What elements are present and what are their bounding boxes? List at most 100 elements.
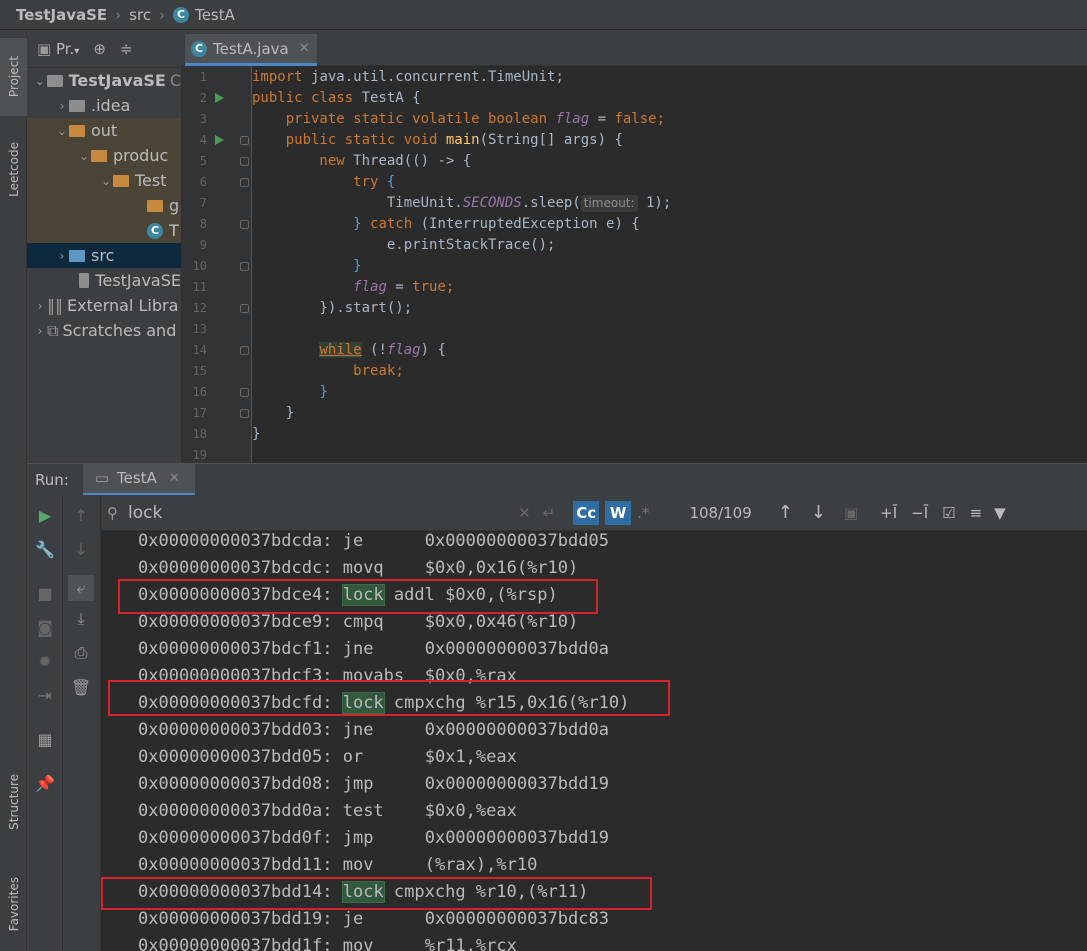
chevron-down-icon: ⌄ xyxy=(100,173,112,188)
breadcrumb-folder[interactable]: src xyxy=(129,6,151,24)
run-tab-testa[interactable]: ▭ TestA ✕ xyxy=(82,463,195,496)
console-line: 0x00000000037bdcf1: jne 0x00000000037bdd0… xyxy=(138,639,609,659)
search-input[interactable] xyxy=(128,502,518,523)
wrench-icon[interactable]: 🔧 xyxy=(35,539,55,559)
chevron-right-icon: › xyxy=(37,323,43,338)
code-line: import java.util.concurrent.TimeUnit; xyxy=(252,69,564,85)
run-gutter-icon[interactable] xyxy=(215,93,224,103)
tree-item-out[interactable]: ⌄ out xyxy=(27,118,181,143)
soft-wrap-icon[interactable]: ⤶ xyxy=(68,575,94,601)
console-search-bar: ⚲ ✕ ↵ Cc W .* 108/109 ↑ ↓ ▣ +Ī −Ī ☑ ≡ ▼ xyxy=(101,495,1087,531)
arrow-up-icon[interactable]: ↑ xyxy=(71,505,91,525)
leetcode-tool-tab[interactable]: Leetcode xyxy=(0,128,27,210)
fold-marker-icon[interactable] xyxy=(240,220,249,229)
parameter-hint: timeout: xyxy=(580,195,638,212)
select-all-icon[interactable]: ▣ xyxy=(844,504,858,522)
chevron-right-icon: › xyxy=(159,5,166,24)
exit-icon[interactable]: ⇥ xyxy=(35,685,55,705)
annotation-box xyxy=(101,877,652,910)
remove-occurrence-icon[interactable]: −Ī xyxy=(911,504,928,522)
tree-item-scratches[interactable]: › ⧉ Scratches and xyxy=(27,318,181,343)
select-all-occurrences-icon[interactable]: ☑ xyxy=(942,504,955,522)
fold-marker-icon[interactable] xyxy=(240,178,249,187)
trash-icon[interactable]: 🗑 xyxy=(71,677,91,697)
arrow-down-icon[interactable]: ↓ xyxy=(811,502,826,523)
line-number: 11 xyxy=(192,280,207,294)
fold-marker-icon[interactable] xyxy=(240,409,249,418)
regex-toggle[interactable]: .* xyxy=(637,504,649,522)
scroll-to-end-icon[interactable]: ⤓ xyxy=(71,609,91,629)
tree-item-iml[interactable]: TestJavaSE xyxy=(27,268,181,293)
run-gutter-icon[interactable] xyxy=(215,135,224,145)
breadcrumb-project[interactable]: TestJavaSE xyxy=(16,6,107,24)
fold-marker-icon[interactable] xyxy=(240,388,249,397)
code-line: while (!flag) { xyxy=(319,342,446,358)
java-class-icon: C xyxy=(191,40,207,57)
filter-icon[interactable]: ▼ xyxy=(994,504,1006,522)
chevron-right-icon: › xyxy=(59,248,65,263)
fold-marker-icon[interactable] xyxy=(240,262,249,271)
structure-tool-tab[interactable]: Structure xyxy=(0,760,27,844)
close-icon[interactable]: ✕ xyxy=(169,471,180,486)
search-icon: ⚲ xyxy=(107,503,118,522)
line-number: 14 xyxy=(192,343,207,357)
collapse-all-icon[interactable]: ≑ xyxy=(120,40,133,58)
tree-item-external-libraries[interactable]: › ‖‖ External Libra xyxy=(27,293,181,318)
close-icon[interactable]: ✕ xyxy=(299,41,310,56)
line-number: 5 xyxy=(199,154,207,168)
code-line: public static void main(String[] args) { xyxy=(252,132,623,148)
rerun-icon[interactable]: ▶ xyxy=(35,505,55,525)
chevron-down-icon: ⌄ xyxy=(78,148,90,163)
annotation-box xyxy=(108,680,670,716)
chevron-down-icon: ▾ xyxy=(74,45,80,57)
tree-item-project-root[interactable]: ⌄ TestJavaSE C xyxy=(27,68,181,93)
breadcrumb: TestJavaSE › src › C TestA xyxy=(0,0,1087,30)
code-line: } xyxy=(252,384,328,400)
tree-item-label: Test xyxy=(135,171,167,190)
words-toggle[interactable]: W xyxy=(605,500,632,525)
console-line: 0x00000000037bdcdc: movq $0x0,0x16(%r10) xyxy=(138,558,579,578)
scratches-icon: ⧉ xyxy=(47,320,59,340)
arrow-down-icon[interactable]: ↓ xyxy=(71,539,91,559)
clear-icon[interactable]: ✕ xyxy=(518,504,531,522)
chevron-down-icon: ⌄ xyxy=(56,123,68,138)
layout-icon[interactable]: ▦ xyxy=(35,729,55,749)
folder-icon xyxy=(147,199,163,212)
bug-icon[interactable]: ✹ xyxy=(35,651,55,671)
camera-icon[interactable]: ◙ xyxy=(35,617,55,637)
tree-item-t[interactable]: CT xyxy=(27,218,181,243)
library-icon: ‖‖ xyxy=(47,296,63,315)
code-line: }).start(); xyxy=(252,300,413,316)
code-editor: C TestA.java ✕ 1 2 3 4 5 6 7 8 9 10 11 1… xyxy=(181,30,1087,463)
print-icon[interactable]: ⎙ xyxy=(71,643,91,663)
code-line: } xyxy=(252,426,261,442)
project-view-dropdown[interactable]: ▣ Pr.▾ xyxy=(37,40,79,58)
fold-marker-icon[interactable] xyxy=(240,304,249,313)
arrow-up-icon[interactable]: ↑ xyxy=(778,502,793,523)
fold-marker-icon[interactable] xyxy=(240,136,249,145)
newline-icon[interactable]: ↵ xyxy=(543,504,556,522)
stop-icon[interactable]: ■ xyxy=(35,583,55,603)
tree-item-g[interactable]: g xyxy=(27,193,181,218)
tree-item-test-out[interactable]: ⌄ Test xyxy=(27,168,181,193)
match-case-toggle[interactable]: Cc xyxy=(573,500,600,525)
locate-icon[interactable]: ⊕ xyxy=(93,40,106,58)
line-number: 9 xyxy=(199,238,207,252)
add-occurrence-icon[interactable]: +Ī xyxy=(880,504,897,522)
fold-marker-icon[interactable] xyxy=(240,157,249,166)
tool-window-strip: Project Leetcode Structure Favorites xyxy=(0,30,27,951)
fold-marker-icon[interactable] xyxy=(240,346,249,355)
code-line: break; xyxy=(353,363,404,379)
filter-lines-icon[interactable]: ≡ xyxy=(970,504,983,522)
code-area[interactable]: import java.util.concurrent.TimeUnit; pu… xyxy=(252,66,1087,463)
tree-item-production[interactable]: ⌄ produc xyxy=(27,143,181,168)
favorites-tool-tab[interactable]: Favorites xyxy=(0,862,27,946)
breadcrumb-file[interactable]: TestA xyxy=(195,6,235,24)
editor-tab-testa[interactable]: C TestA.java ✕ xyxy=(185,34,317,66)
pin-icon[interactable]: 📌 xyxy=(35,773,55,793)
project-tool-tab[interactable]: Project xyxy=(0,38,27,116)
tree-item-src[interactable]: › src xyxy=(27,243,181,268)
console-output[interactable]: 0x00000000037bdcda: je 0x00000000037bdd05… xyxy=(101,531,1087,951)
tree-item-idea[interactable]: › .idea xyxy=(27,93,181,118)
code-line: } catch (InterruptedException e) { xyxy=(252,216,640,232)
